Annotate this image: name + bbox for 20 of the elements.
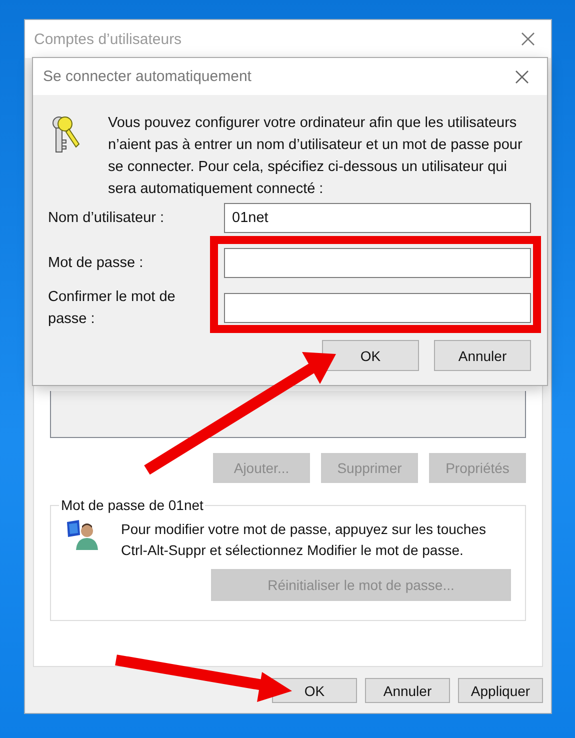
field-label: Mot de passe : (48, 254, 144, 273)
field-label: Confirmer le mot de passe : (48, 288, 176, 329)
dialog-button[interactable]: Appliquer (458, 678, 543, 703)
group-title: Mot de passe de 01net (60, 497, 204, 513)
window-title: Comptes d’utilisateurs (34, 30, 182, 48)
input-field[interactable]: 01net (224, 203, 531, 233)
dialog-button[interactable]: Annuler (365, 678, 450, 703)
close-icon (515, 70, 529, 84)
dialog-button[interactable]: Annuler (434, 340, 531, 371)
input-field[interactable] (224, 248, 531, 278)
input-field[interactable] (224, 293, 531, 323)
user-monitor-icon (65, 519, 101, 551)
close-icon (521, 32, 535, 46)
field-label: Nom d’utilisateur : (48, 209, 166, 228)
user-list[interactable] (50, 391, 526, 438)
password-hint: Pour modifier votre mot de passe, appuyez sur les touches Ctrl-Alt-Suppr et sélectionnez Modifier le mot de passe. (121, 520, 487, 560)
dialog-button[interactable]: OK (322, 340, 419, 371)
intro-text: Vous pouvez configurer votre ordinateur afin que les utilisateurs n’aient pas à entrer un nom d’utilisateur et un mot de passe pour se connecter. Pour cela, spécifiez ci-dessous un utilisateur qui sera automatiquement connecté : (108, 114, 524, 199)
dialog-title: Se connecter automatiquement (43, 68, 252, 85)
dialog-button[interactable]: OK (272, 678, 357, 703)
